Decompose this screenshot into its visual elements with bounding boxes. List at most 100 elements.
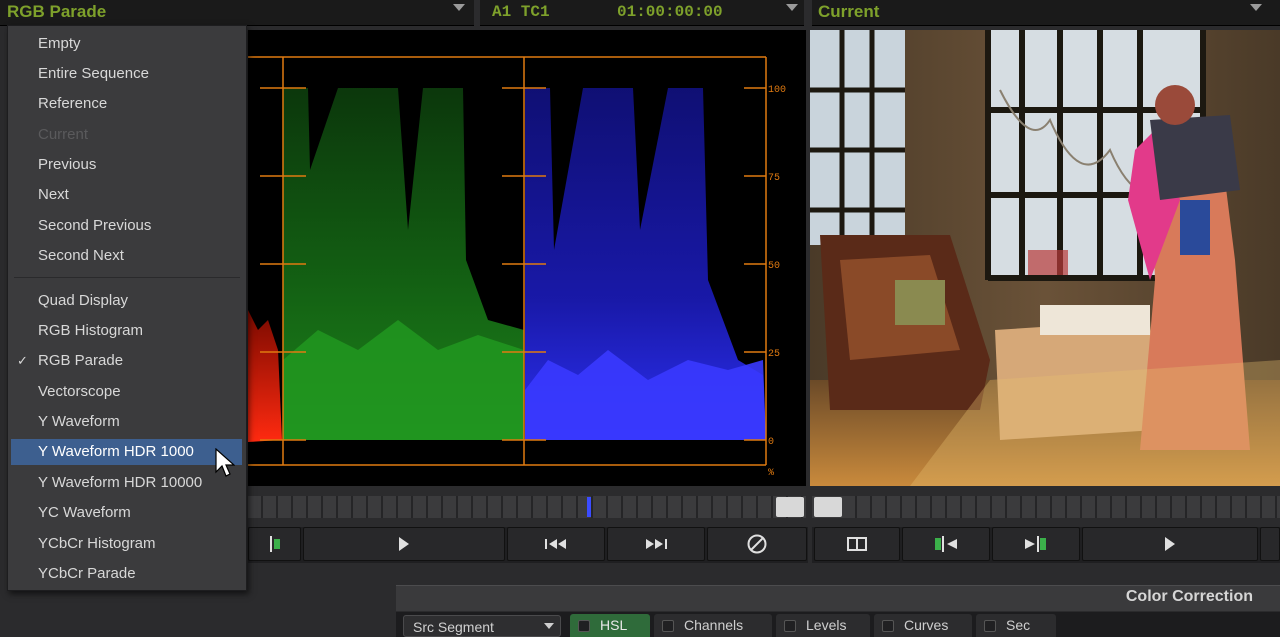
menu-item-quad-display[interactable]: Quad Display <box>8 288 246 314</box>
menu-item-second-next[interactable]: Second Next <box>8 243 246 269</box>
viewer-transport-bar <box>812 527 1280 563</box>
step-back-button[interactable] <box>507 527 605 561</box>
tab-channels[interactable]: Channels <box>654 614 772 637</box>
play-icon <box>1165 537 1175 551</box>
scope-selector-label[interactable]: RGB Parade <box>7 0 106 24</box>
menu-item-label: YCbCr Histogram <box>38 535 156 552</box>
play-button[interactable] <box>303 527 505 561</box>
menu-item-label: YCbCr Parade <box>38 565 136 582</box>
tab-checkbox[interactable] <box>662 620 674 632</box>
rgb-parade-scope: 100 75 50 25 0 % <box>248 30 806 486</box>
menu-item-label: Vectorscope <box>38 383 121 400</box>
tab-hsl[interactable]: HSL <box>570 614 650 637</box>
chevron-down-icon[interactable] <box>453 4 465 11</box>
go-to-in-icon <box>935 536 957 552</box>
step-forward-button[interactable] <box>607 527 705 561</box>
tab-sec[interactable]: Sec <box>976 614 1056 637</box>
timecode-value: 01:00:00:00 <box>617 3 723 21</box>
timecode-bar[interactable]: A1 TC1 01:00:00:00 <box>480 0 804 26</box>
scale-label-0: 0 <box>768 437 774 448</box>
viewer-source-bar[interactable]: Current <box>812 0 1280 26</box>
video-frame-image <box>810 30 1280 486</box>
chevron-down-icon[interactable] <box>544 623 554 629</box>
play-icon <box>399 537 409 551</box>
timeline-ticks <box>248 496 806 518</box>
menu-item-label: Second Next <box>38 247 124 264</box>
tab-label: Sec <box>1006 617 1031 633</box>
tab-checkbox[interactable] <box>882 620 894 632</box>
menu-item-empty[interactable]: Empty <box>8 31 246 57</box>
playhead-marker[interactable] <box>587 497 591 517</box>
timeline-ticks <box>842 496 1280 518</box>
tab-checkbox[interactable] <box>578 620 590 632</box>
menu-item-yc-waveform[interactable]: YC Waveform <box>8 500 246 526</box>
menu-item-rgb-parade[interactable]: ✓ RGB Parade <box>8 348 246 374</box>
menu-item-y-waveform-hdr-1000[interactable]: Y Waveform HDR 1000 <box>11 439 242 465</box>
menu-item-label: Next <box>38 186 69 203</box>
overflow-button[interactable] <box>1260 527 1280 561</box>
menu-item-label: Quad Display <box>38 292 129 309</box>
menu-item-label: Y Waveform <box>38 413 120 430</box>
timeline-end-handle[interactable] <box>776 497 804 517</box>
tab-curves[interactable]: Curves <box>874 614 972 637</box>
menu-item-next[interactable]: Next <box>8 182 246 208</box>
tab-label: Curves <box>904 617 949 633</box>
chevron-down-icon[interactable] <box>1250 4 1262 11</box>
viewer-play-button[interactable] <box>1082 527 1258 561</box>
no-entry-icon <box>747 534 767 554</box>
menu-item-current: Current <box>8 122 246 148</box>
menu-item-label: RGB Histogram <box>38 322 144 339</box>
menu-item-label: Y Waveform HDR 1000 <box>38 443 194 460</box>
correction-mode-select[interactable]: Src Segment <box>403 615 561 637</box>
step-forward-icon <box>646 539 667 549</box>
source-timeline-strip[interactable] <box>248 496 806 518</box>
menu-item-ycbcr-histogram[interactable]: YCbCr Histogram <box>8 531 246 557</box>
menu-item-y-waveform[interactable]: Y Waveform <box>8 409 246 435</box>
menu-item-label: Empty <box>38 35 81 52</box>
menu-item-label: Current <box>38 126 89 143</box>
mark-in-button[interactable] <box>248 527 301 561</box>
tab-checkbox[interactable] <box>784 620 796 632</box>
menu-item-previous[interactable]: Previous <box>8 152 246 178</box>
no-entry-button[interactable] <box>707 527 807 561</box>
menu-item-label: Y Waveform HDR 10000 <box>38 474 203 491</box>
tab-levels[interactable]: Levels <box>776 614 870 637</box>
menu-item-ycbcr-parade[interactable]: YCbCr Parade <box>8 561 246 587</box>
scope-selector-bar[interactable]: RGB Parade <box>0 0 474 26</box>
menu-item-rgb-histogram[interactable]: RGB Histogram <box>8 318 246 344</box>
menu-item-label: Reference <box>38 95 108 112</box>
go-to-out-icon <box>1025 536 1046 552</box>
viewer-timeline-strip[interactable] <box>812 496 1280 518</box>
viewer-source-label[interactable]: Current <box>818 0 879 24</box>
source-transport-bar <box>248 527 808 563</box>
split-view-button[interactable] <box>814 527 900 561</box>
tab-checkbox[interactable] <box>984 620 996 632</box>
current-frame-viewer[interactable] <box>810 30 1280 486</box>
menu-item-entire-sequence[interactable]: Entire Sequence <box>8 61 246 87</box>
menu-item-label: Entire Sequence <box>38 65 149 82</box>
scale-label-50: 50 <box>768 261 780 272</box>
menu-item-second-previous[interactable]: Second Previous <box>8 213 246 239</box>
timecode-track-label: A1 TC1 <box>492 3 550 21</box>
tab-label: Levels <box>806 617 847 633</box>
menu-item-y-waveform-hdr-10000[interactable]: Y Waveform HDR 10000 <box>8 470 246 496</box>
menu-item-vectorscope[interactable]: Vectorscope <box>8 379 246 405</box>
checkmark-icon: ✓ <box>17 353 28 368</box>
red-channel-trace <box>248 310 282 442</box>
menu-item-label: YC Waveform <box>38 504 131 521</box>
scope-type-menu: Empty Entire Sequence Reference Current … <box>7 25 247 591</box>
menu-item-label: Previous <box>38 156 97 173</box>
step-back-icon <box>545 539 566 549</box>
correction-mode-value: Src Segment <box>413 619 494 635</box>
color-correction-header: Color Correction <box>396 585 1280 611</box>
menu-item-reference[interactable]: Reference <box>8 91 246 117</box>
go-to-out-button[interactable] <box>992 527 1080 561</box>
menu-separator <box>14 277 240 278</box>
timeline-start-handle[interactable] <box>814 497 842 517</box>
scale-label-25: 25 <box>768 349 780 360</box>
mark-in-icon <box>269 536 280 552</box>
mouse-pointer-icon <box>215 448 235 477</box>
chevron-down-icon[interactable] <box>786 4 798 11</box>
go-to-in-button[interactable] <box>902 527 990 561</box>
scale-label-75: 75 <box>768 173 780 184</box>
